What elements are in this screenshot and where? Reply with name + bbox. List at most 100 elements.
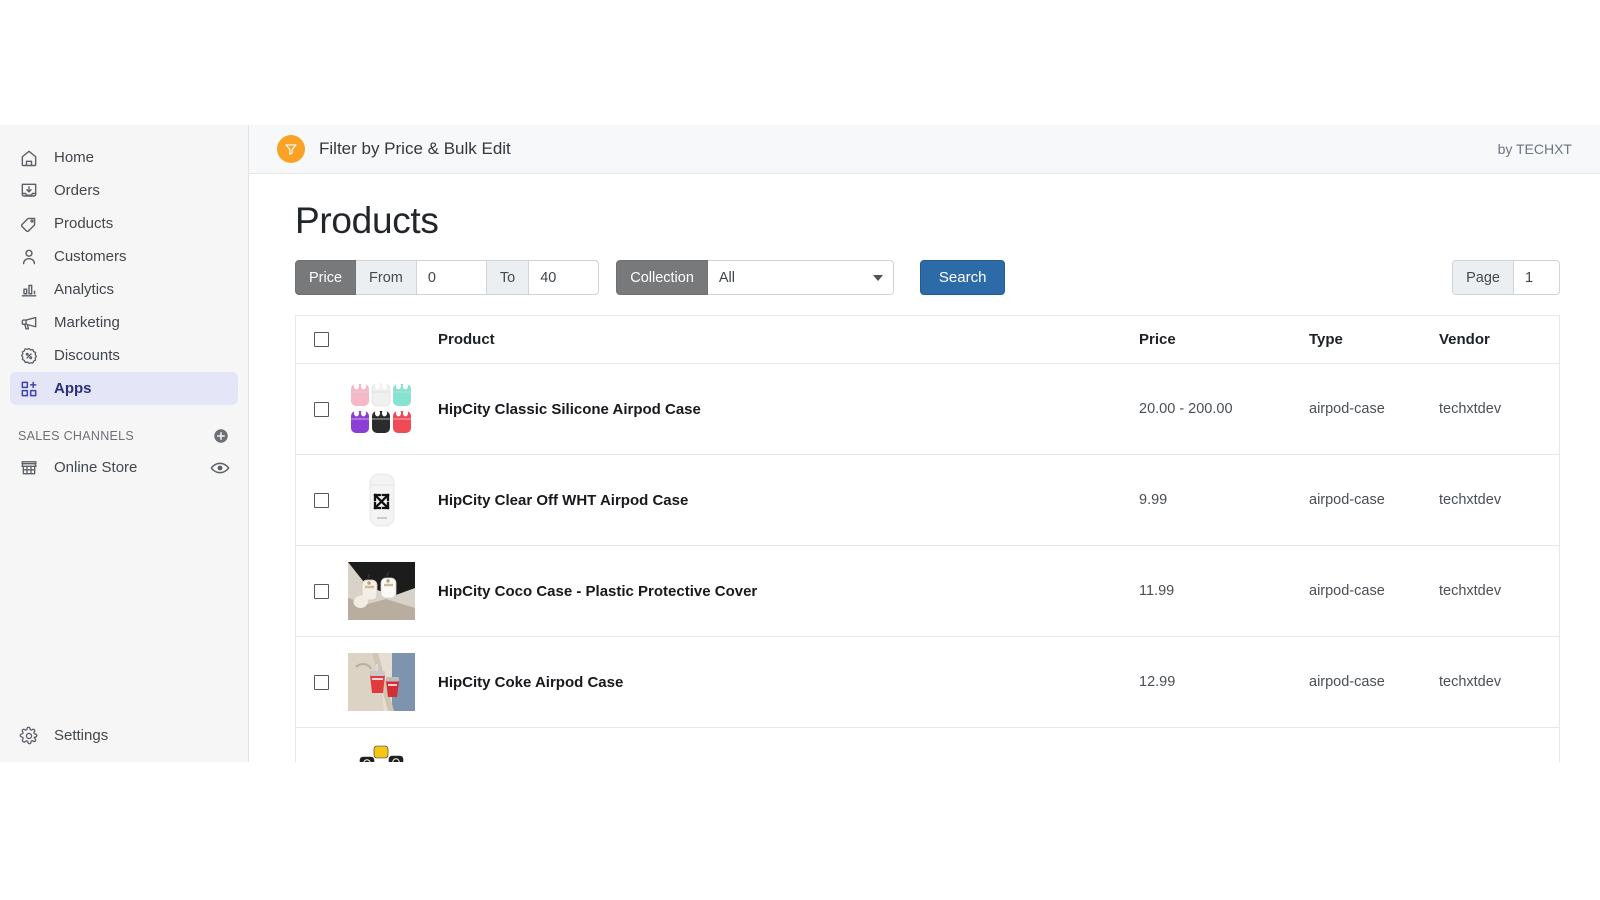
page-group: Page [1452,260,1560,295]
page-number-input[interactable] [1514,260,1560,295]
select-all-checkbox[interactable] [314,332,329,347]
row-price-cell: 9.99 [1139,455,1309,546]
home-icon [18,147,40,169]
row-thumbnail-cell [348,546,438,637]
discount-icon [18,345,40,367]
row-checkbox[interactable] [314,493,329,508]
row-vendor-cell: techxtdev [1439,546,1559,637]
row-select-cell [296,637,348,728]
row-name-cell: HipCity Coke Airpod Case [438,637,1139,728]
coke-case-photo-thumbnail [348,651,415,713]
sidebar-item-products[interactable]: Products [10,207,238,240]
sidebar-item-label: Home [54,149,94,166]
table-row[interactable]: HipCity Coco Case - Plastic Protective C… [296,546,1559,637]
sales-channels-label: SALES CHANNELS [18,429,134,443]
table-row[interactable]: HipCity Clear Off WHT Airpod Case 9.99 a… [296,455,1559,546]
sidebar-item-label: Orders [54,182,100,199]
sidebar-item-label: Customers [54,248,127,265]
sidebar-item-online-store[interactable]: Online Store [10,451,238,484]
app-title: Filter by Price & Bulk Edit [319,139,511,159]
table-head: Product Price Type Vendor [296,316,1559,364]
coco-case-photo-thumbnail [348,560,415,622]
sidebar-item-apps[interactable]: Apps [10,372,238,405]
row-price-cell: 20.00 - 200.00 [1139,364,1309,455]
page-title: Products [295,200,1560,242]
row-type-cell: airpod-case [1309,637,1439,728]
sidebar-item-orders[interactable]: Orders [10,174,238,207]
row-name-cell: HipCity Classic Silicone Airpod Case [438,364,1139,455]
price-from-input[interactable] [417,260,487,295]
top-blank-band [0,0,1600,125]
funnel-icon [277,135,305,163]
storefront-icon [18,457,40,479]
collection-label: Collection [616,260,708,295]
sidebar-item-analytics[interactable]: Analytics [10,273,238,306]
row-price-cell: 11.99 [1139,546,1309,637]
row-type-cell: airpod-case [1309,728,1439,763]
row-type-cell: airpod-case [1309,546,1439,637]
sidebar-item-customers[interactable]: Customers [10,240,238,273]
row-checkbox[interactable] [314,402,329,417]
row-name-cell: HipCity Clear Off WHT Airpod Case [438,455,1139,546]
thumbnail-header [348,316,438,364]
bottom-blank-band [0,762,1600,900]
filter-toolbar: Price From To Collection All Search Page [295,260,1560,295]
from-label: From [356,260,417,295]
main-area: Filter by Price & Bulk Edit by TECHXT Pr… [249,125,1600,762]
gear-icon [18,725,40,747]
price-to-input[interactable] [529,260,599,295]
row-vendor-cell: techxtdev [1439,728,1559,763]
sidebar-item-label: Apps [54,380,92,397]
price-header: Price [1139,316,1309,364]
table-header-row: Product Price Type Vendor [296,316,1559,364]
row-vendor-cell: techxtdev [1439,364,1559,455]
sidebar-item-label: Online Store [54,459,137,476]
products-table-wrapper: Product Price Type Vendor [295,315,1560,762]
table-row[interactable]: HipCity Classic Silicone Airpod Case 20.… [296,364,1559,455]
sidebar-item-label: Marketing [54,314,120,331]
sidebar-item-label: Settings [54,727,108,744]
eye-icon[interactable] [210,461,230,475]
product-name: HipCity Coco Case - Plastic Protective C… [438,583,757,600]
sidebar-item-marketing[interactable]: Marketing [10,306,238,339]
app-header-bar: Filter by Price & Bulk Edit by TECHXT [249,125,1600,174]
table-row[interactable]: HipCity Comic Cases 10.99 airpod-case te… [296,728,1559,763]
app-window: Home Orders Products [0,125,1600,762]
table-row[interactable]: HipCity Coke Airpod Case 12.99 airpod-ca… [296,637,1559,728]
row-checkbox[interactable] [314,584,329,599]
sidebar-item-label: Analytics [54,281,114,298]
row-price-cell: 10.99 [1139,728,1309,763]
search-button[interactable]: Search [920,260,1006,295]
app-header-left: Filter by Price & Bulk Edit [277,135,511,163]
person-icon [18,246,40,268]
sidebar-item-label: Discounts [54,347,120,364]
white-case-arrows-thumbnail [348,469,415,531]
row-name-cell: HipCity Comic Cases [438,728,1139,763]
product-name: HipCity Coke Airpod Case [438,674,623,691]
sidebar-item-discounts[interactable]: Discounts [10,339,238,372]
sales-channels-section-header: SALES CHANNELS [18,427,230,445]
row-checkbox[interactable] [314,675,329,690]
orders-icon [18,180,40,202]
app-attribution: by TECHXT [1498,141,1572,157]
sidebar-item-settings[interactable]: Settings [10,719,238,752]
row-price-cell: 12.99 [1139,637,1309,728]
silicone-cases-grid-thumbnail [348,378,415,440]
type-header: Type [1309,316,1439,364]
sidebar-item-home[interactable]: Home [10,141,238,174]
row-select-cell [296,364,348,455]
collection-select[interactable]: All [708,260,894,295]
product-name: HipCity Classic Silicone Airpod Case [438,401,701,418]
content-area: Products Price From To Collection All [249,174,1600,762]
row-thumbnail-cell [348,455,438,546]
price-filter-group: Price From To [295,260,599,295]
row-thumbnail-cell [348,364,438,455]
select-all-header [296,316,348,364]
plus-circle-icon[interactable] [212,427,230,445]
row-thumbnail-cell [348,637,438,728]
row-type-cell: airpod-case [1309,455,1439,546]
row-select-cell [296,455,348,546]
row-select-cell [296,546,348,637]
product-name: HipCity Clear Off WHT Airpod Case [438,492,688,509]
product-header: Product [438,316,1139,364]
